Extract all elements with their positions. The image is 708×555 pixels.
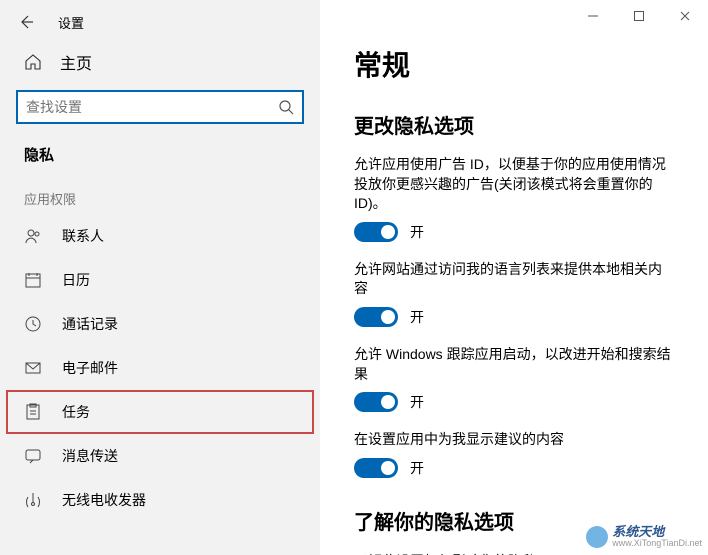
email-icon (24, 359, 42, 377)
home-icon (24, 53, 42, 71)
maximize-button[interactable] (616, 0, 662, 32)
sidebar-item-label: 日历 (62, 270, 90, 290)
toggle-row: 开 (354, 307, 674, 327)
sidebar-item-callhistory[interactable]: 通话记录 (0, 302, 320, 346)
setting-desc: 允许网站通过访问我的语言列表来提供本地相关内容 (354, 260, 674, 299)
setting-desc: 允许 Windows 跟踪应用启动，以改进开始和搜索结果 (354, 345, 674, 384)
sidebar-item-tasks[interactable]: 任务 (6, 390, 314, 434)
sidebar-item-contacts[interactable]: 联系人 (0, 214, 320, 258)
home-nav[interactable]: 主页 (0, 44, 320, 84)
toggle-state: 开 (410, 392, 424, 412)
toggle-suggestions[interactable] (354, 458, 398, 478)
sidebar-item-label: 通话记录 (62, 314, 118, 334)
close-icon (679, 10, 691, 22)
toggle-state: 开 (410, 458, 424, 478)
search-input[interactable] (26, 99, 278, 115)
back-button[interactable] (12, 8, 40, 36)
close-button[interactable] (662, 0, 708, 32)
section-label: 应用权限 (0, 171, 320, 214)
maximize-icon (633, 10, 645, 22)
toggle-row: 开 (354, 392, 674, 412)
learn-desc: 了解此设置如何影响你的隐私。 (354, 551, 674, 555)
window-controls (570, 0, 708, 32)
toggle-language-list[interactable] (354, 307, 398, 327)
message-icon (24, 447, 42, 465)
calendar-icon (24, 271, 42, 289)
sidebar-item-messaging[interactable]: 消息传送 (0, 434, 320, 478)
search-box[interactable] (16, 90, 304, 124)
section-heading: 更改隐私选项 (354, 110, 674, 139)
page-heading: 常规 (354, 44, 674, 84)
toggle-ad-id[interactable] (354, 222, 398, 242)
learn-heading: 了解你的隐私选项 (354, 506, 674, 535)
minimize-button[interactable] (570, 0, 616, 32)
main-content: 常规 更改隐私选项 允许应用使用广告 ID，以便基于你的应用使用情况投放你更感兴… (320, 0, 708, 555)
sidebar-item-radios[interactable]: 无线电收发器 (0, 478, 320, 522)
setting-desc: 允许应用使用广告 ID，以便基于你的应用使用情况投放你更感兴趣的广告(关闭该模式… (354, 155, 674, 214)
contacts-icon (24, 227, 42, 245)
sidebar-item-email[interactable]: 电子邮件 (0, 346, 320, 390)
minimize-icon (587, 10, 599, 22)
sidebar-item-label: 无线电收发器 (62, 490, 146, 510)
toggle-state: 开 (410, 222, 424, 242)
home-label: 主页 (60, 50, 92, 74)
toggle-state: 开 (410, 307, 424, 327)
sidebar-item-calendar[interactable]: 日历 (0, 258, 320, 302)
sidebar-item-label: 任务 (62, 402, 90, 422)
titlebar: 设置 (0, 0, 320, 44)
toggle-app-launch[interactable] (354, 392, 398, 412)
window-title: 设置 (58, 13, 84, 32)
category-label: 隐私 (0, 140, 320, 171)
history-icon (24, 315, 42, 333)
toggle-row: 开 (354, 458, 674, 478)
search-icon (278, 99, 294, 115)
tasks-icon (24, 403, 42, 421)
toggle-row: 开 (354, 222, 674, 242)
sidebar-item-label: 消息传送 (62, 446, 118, 466)
arrow-left-icon (18, 14, 34, 30)
radio-icon (24, 491, 42, 509)
sidebar-item-label: 联系人 (62, 226, 104, 246)
sidebar-item-label: 电子邮件 (62, 358, 118, 378)
setting-desc: 在设置应用中为我显示建议的内容 (354, 430, 674, 450)
sidebar: 设置 主页 隐私 应用权限 联系人 日历 (0, 0, 320, 555)
